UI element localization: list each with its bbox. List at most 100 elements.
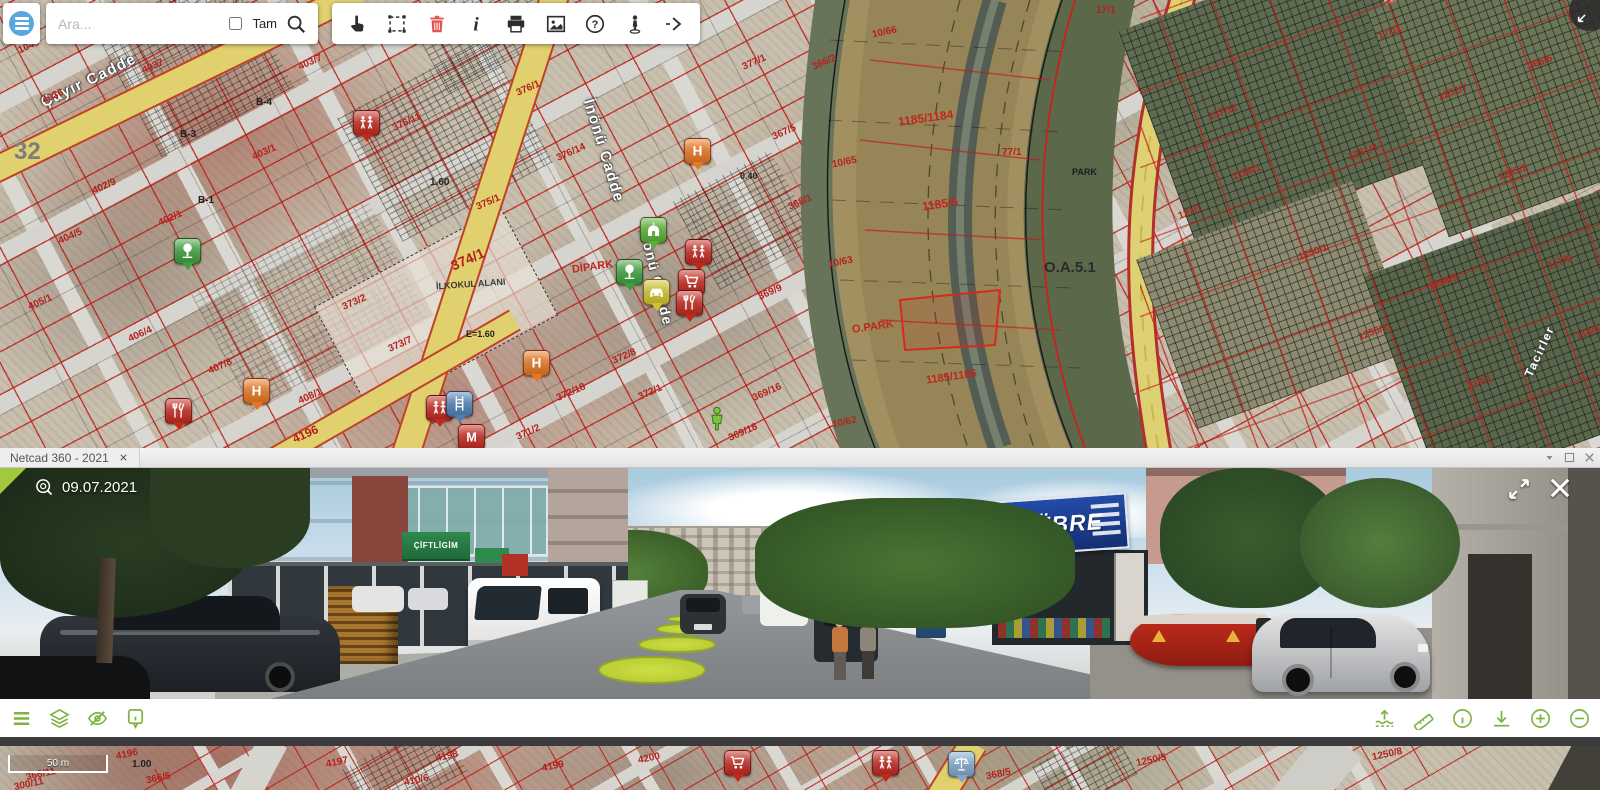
svg-text:i: i <box>474 14 480 35</box>
red-boat <box>1130 614 1270 666</box>
info-button[interactable] <box>1448 704 1476 732</box>
streetview-corner-flag <box>0 468 26 494</box>
map-collapse-button[interactable] <box>1569 0 1600 31</box>
marker-family-icon <box>873 753 898 772</box>
measure-button[interactable] <box>1409 704 1437 732</box>
fulltext-checkbox[interactable] <box>229 17 242 30</box>
panorama-menu-button[interactable] <box>7 704 35 732</box>
marker-cart-icon <box>679 272 704 291</box>
area-label: B-4 <box>256 98 272 108</box>
search-panel: Tam <box>46 3 318 44</box>
area-label: B-3 <box>180 130 196 140</box>
marker-ladder-icon <box>447 394 472 413</box>
marker-car-icon <box>644 282 669 301</box>
tab-maximize-icon[interactable] <box>1562 450 1577 465</box>
poi-marker-metro[interactable]: M <box>458 424 485 448</box>
poi-marker-family[interactable] <box>353 110 380 136</box>
poi-marker-ladder[interactable] <box>446 391 473 417</box>
poi-marker-tree[interactable] <box>174 238 201 264</box>
poi-marker-restaurant[interactable] <box>165 398 192 424</box>
poi-marker-hotel[interactable]: H <box>243 378 270 404</box>
streetview-close-button[interactable] <box>1546 474 1574 502</box>
select-area-tool-button[interactable] <box>382 9 412 39</box>
poi-marker-mosque[interactable] <box>640 217 667 243</box>
marker-hotel-icon: H <box>244 381 269 400</box>
marker-restaurant-icon <box>677 293 702 312</box>
area-label: 32 <box>14 140 41 164</box>
hide-overlays-button[interactable] <box>83 704 111 732</box>
identify-tool-button[interactable]: i <box>461 9 491 39</box>
green-shop-sign: ÇİFTLİGİM <box>402 532 470 561</box>
marker-mosque-icon <box>641 220 666 239</box>
poi-marker-family[interactable] <box>872 750 899 776</box>
poi-marker-hotel[interactable]: H <box>684 138 711 164</box>
poi-marker-cart[interactable] <box>724 750 751 776</box>
tree <box>755 498 1075 628</box>
poi-marker-restaurant[interactable] <box>676 290 703 316</box>
streetview-fullscreen-button[interactable] <box>1506 476 1532 502</box>
parcel-label: 1.00 <box>132 760 151 770</box>
poi-marker-scales[interactable] <box>948 751 975 777</box>
area-label: B-1 <box>198 196 214 206</box>
area-label: O.A.5.1 <box>1044 260 1096 275</box>
layers-button[interactable] <box>45 704 73 732</box>
pan-tool-button[interactable] <box>343 9 373 39</box>
tab-netcad-360-2021[interactable]: Netcad 360 - 2021 <box>0 448 140 467</box>
parked-car-white <box>352 586 404 612</box>
streetview-tool-button[interactable] <box>620 9 650 39</box>
tab-label: Netcad 360 - 2021 <box>10 451 109 465</box>
netcad-app-window: Çayır Caddeİnönü Caddeİnönü CaddeTacirle… <box>0 0 1600 790</box>
map-canvas[interactable]: Çayır Caddeİnönü Caddeİnönü CaddeTacirle… <box>0 0 1600 448</box>
elevation-profile-button[interactable] <box>1370 704 1398 732</box>
fulltext-checkbox-label: Tam <box>252 16 277 31</box>
zoom-out-button[interactable] <box>1565 704 1593 732</box>
poi-marker-tree[interactable] <box>616 259 643 285</box>
tree <box>1300 478 1460 608</box>
delete-tool-button[interactable] <box>422 9 452 39</box>
marker-hotel-icon: H <box>685 141 710 160</box>
right-wall-building <box>1432 468 1600 699</box>
help-tool-button[interactable]: ? <box>580 9 610 39</box>
car-windows <box>1280 618 1376 648</box>
marker-metro-icon: M <box>459 427 484 446</box>
more-tools-button[interactable] <box>659 9 689 39</box>
sign-smalltext-bar <box>1091 512 1119 518</box>
area-label: 0.40 <box>740 172 758 181</box>
menu-icon <box>9 11 34 36</box>
car-rear-window <box>686 598 720 612</box>
nav-ellipse[interactable] <box>598 656 706 684</box>
parcel-label: 17/1 <box>1096 6 1115 16</box>
streetview-panorama[interactable]: ÇİFTLİGİM <box>0 468 1600 699</box>
headlight <box>1418 644 1428 652</box>
area-label: PARK <box>1072 168 1097 177</box>
bottom-map-strip[interactable]: 366/114196366/5410/64197419841994200300/… <box>0 746 1600 790</box>
tab-close-icon[interactable] <box>1582 450 1597 465</box>
parked-car-white <box>408 588 448 610</box>
panel-separator <box>0 737 1600 746</box>
search-icon[interactable] <box>284 12 308 36</box>
marker-family-icon <box>686 242 711 261</box>
person-orange-shirt <box>830 618 850 682</box>
wheel <box>1282 664 1314 696</box>
info-marker-button[interactable] <box>121 704 149 732</box>
area-label: 1.60 <box>430 178 449 188</box>
van-side-window <box>548 588 588 614</box>
nav-ellipse[interactable] <box>638 636 716 653</box>
poi-marker-car[interactable] <box>643 279 670 305</box>
marker-restaurant-icon <box>166 401 191 420</box>
panorama-toolbar-right <box>1370 699 1593 737</box>
tab-close-icon[interactable] <box>118 452 129 463</box>
sign-smalltext-bar <box>1091 503 1119 509</box>
print-tool-button[interactable] <box>501 9 531 39</box>
poi-marker-family[interactable] <box>685 239 712 265</box>
poi-marker-hotel[interactable]: H <box>523 350 550 376</box>
streetview-history-icon[interactable] <box>34 477 54 497</box>
download-button[interactable] <box>1487 704 1515 732</box>
zoom-in-button[interactable] <box>1526 704 1554 732</box>
tab-collapse-icon[interactable] <box>1542 450 1557 465</box>
main-menu-button[interactable] <box>3 3 40 44</box>
snapshot-tool-button[interactable] <box>541 9 571 39</box>
pegman-position[interactable] <box>706 406 728 434</box>
streetview-date-label: 09.07.2021 <box>62 479 137 496</box>
search-input[interactable] <box>56 15 218 33</box>
